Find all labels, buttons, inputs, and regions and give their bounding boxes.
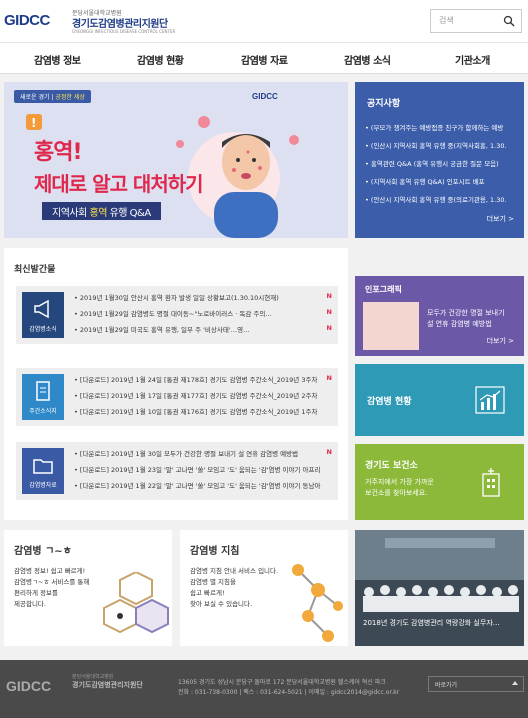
- list-item[interactable]: [다운로드] 2019년 1월 24일 [통권 제178호] 경기도 감염병 주…: [74, 374, 332, 390]
- hero-pagination[interactable]: [170, 228, 182, 238]
- document-icon: [36, 381, 50, 401]
- list-item[interactable]: 2019년 1월30일 안산시 홍역 환자 발생 일일 상황보고(1.30.10…: [74, 292, 332, 308]
- materials-badge[interactable]: 감염병자료: [22, 448, 64, 494]
- notice-item[interactable]: 홍역관련 Q&A (홍역 유행시 궁금한 질문 모음): [365, 158, 519, 176]
- recent-title: 최신발간물: [14, 265, 56, 275]
- disease-guide-card[interactable]: 감염병 지침 감염병 지침 안내 서비스 입니다. 감염병 별 지침을 쉽고 빠르게…: [180, 530, 348, 646]
- notice-more-link[interactable]: 더보기 >: [487, 214, 514, 224]
- hero-banner[interactable]: ! 새로운 경기 | 공정한 세상 GIDCC 홍역! 제대로 알고 대처하기 …: [4, 82, 348, 238]
- publication-group-materials: 감염병자료 [다운로드] 2019년 1월 30일 모두가 건강한 명절 보내기…: [16, 442, 338, 500]
- infographic-more-link[interactable]: 더보기 >: [487, 336, 514, 346]
- nav-disease-status[interactable]: 감염병 현황: [137, 52, 184, 67]
- list-item[interactable]: [다운로드] 2019년 1월 17일 [통권 제177호] 경기도 감염병 주…: [74, 390, 332, 406]
- infographic-title: 인포그래픽: [365, 285, 402, 294]
- infographic-desc: 모두가 건강한 명절 보내기 설 연휴 감염병 예방법: [427, 309, 505, 328]
- nav-disease-resources[interactable]: 감염병 자료: [241, 52, 288, 67]
- site-logo[interactable]: GIDCC: [4, 12, 50, 29]
- status-tile[interactable]: 감염병 현황: [355, 364, 524, 436]
- list-item[interactable]: [다운로드] 2019년 1월 30일 모두가 건강한 명절 보내기 설 연휴 …: [74, 448, 332, 464]
- disease-az-card[interactable]: 감염병 ㄱ~ㅎ 감염병 정보! 쉽고 빠르게! 감염병ㄱ~ㅎ 서비스를 통해 편리하…: [4, 530, 172, 646]
- notice-panel: 공지사항 (부모가 챙겨주는 예방접종 친구가 함께하는 예방 (인산시 지역사…: [355, 82, 524, 238]
- search-icon[interactable]: [503, 15, 515, 27]
- list-item[interactable]: [다운로드] 2019년 1월 10일 [통권 제176호] 경기도 감염병 주…: [74, 406, 332, 422]
- logo-english: GYEONGGI INFECTIOUS DISEASE CONTROL CENT…: [72, 29, 176, 34]
- list-item[interactable]: 2019년 1월29일 감염병도 명절 대이동~"노로바이러스 · 독감 주의……: [74, 308, 332, 324]
- notice-title: 공지사항: [367, 99, 401, 109]
- publication-group-weekly: 주간소식지 [다운로드] 2019년 1월 24일 [통권 제178호] 경기도…: [16, 368, 338, 426]
- footer-address: 13605 경기도 성남시 분당구 돌마로 172 분당서울대학교병원 헬스케어…: [178, 679, 400, 696]
- megaphone-icon: [34, 299, 49, 319]
- nav-disease-info[interactable]: 감염병 정보: [34, 52, 81, 67]
- list-item[interactable]: 2019년 1월29일 미국도 홍역 유행, 일부 주 '비상사태'…영…N: [74, 324, 332, 340]
- quick-links-select[interactable]: 바로가기: [428, 676, 524, 692]
- news-badge[interactable]: 감염병소식: [22, 292, 64, 338]
- hero-band: 지역사회 홍역 유행 Q&A: [42, 202, 161, 220]
- footer-logo-sub: 분당서울대학교병원: [72, 674, 114, 680]
- footer-logo-title: 경기도감염병관리지원단: [72, 681, 143, 689]
- folder-icon: [33, 459, 53, 474]
- photo-news-card[interactable]: 2018년 경기도 감염병관리 역량강화 실무자…: [355, 530, 524, 646]
- logo-title[interactable]: 경기도감염병관리지원단: [72, 15, 168, 30]
- health-center-tile[interactable]: 경기도 보건소 거주지에서 가장 가까운 보건소를 찾아보세요.: [355, 444, 524, 520]
- health-center-title: 경기도 보건소: [365, 461, 418, 471]
- chevron-up-icon: [512, 681, 518, 685]
- nav-disease-news[interactable]: 감염병 소식: [344, 52, 391, 67]
- list-item[interactable]: [다운로드] 2019년 1월 23일 '말' 고나면 '쏠' 모임고 '도' …: [74, 464, 332, 480]
- main-nav: 감염병 정보 감염병 현황 감염병 자료 감염병 소식 기관소개: [0, 42, 528, 74]
- health-center-desc: 거주지에서 가장 가까운 보건소를 찾아보세요.: [365, 478, 434, 497]
- molecule-icon: [292, 564, 343, 642]
- list-item[interactable]: [다운로드] 2019년 1월 22일 '말' 고나면 '쏠' 모임고 '도' …: [74, 480, 332, 496]
- search-input[interactable]: 검색: [439, 15, 454, 26]
- hero-subheadline: 제대로 알고 대처하기: [34, 172, 204, 196]
- infographic-panel[interactable]: 인포그래픽 모두가 건강한 명절 보내기 설 연휴 감염병 예방법 더보기 >: [355, 276, 524, 356]
- hero-logo: GIDCC: [252, 92, 278, 101]
- bar-chart-icon: [475, 386, 505, 414]
- hero-tag: 새로운 경기 | 공정한 세상: [14, 90, 91, 103]
- site-header: GIDCC 분당서울대학교병원 경기도감염병관리지원단 GYEONGGI INF…: [0, 0, 528, 42]
- search-box[interactable]: 검색: [430, 9, 522, 33]
- site-footer: GIDCC 분당서울대학교병원 경기도감염병관리지원단 13605 경기도 성남…: [0, 660, 528, 718]
- status-title: 감염병 현황: [367, 397, 412, 407]
- footer-logo: GIDCC: [6, 678, 52, 694]
- disease-guide-desc: 감염병 지침 안내 서비스 입니다. 감염병 별 지침을 쉽고 빠르게! 찾아 보실 …: [190, 567, 279, 608]
- hero-headline: 홍역!: [34, 140, 83, 165]
- publication-group-news: 감염병소식 2019년 1월30일 안산시 홍역 환자 발생 일일 상황보고(1…: [16, 286, 338, 344]
- recent-publications: 최신발간물 감염병소식 2019년 1월30일 안산시 홍역 환자 발생 일일 …: [4, 248, 348, 520]
- disease-guide-title: 감염병 지침: [190, 546, 240, 557]
- infographic-thumbnail[interactable]: [363, 302, 419, 350]
- svg-text:!: !: [31, 116, 36, 130]
- notice-item[interactable]: (부모가 챙겨주는 예방접종 친구가 함께하는 예방: [365, 122, 519, 140]
- disease-az-desc: 감염병 정보! 쉽고 빠르게! 감염병ㄱ~ㅎ 서비스를 통해 편리하게 정보를 제공합…: [14, 567, 90, 608]
- building-icon: [482, 468, 500, 497]
- nav-about[interactable]: 기관소개: [455, 52, 490, 67]
- notice-item[interactable]: (지역사회 홍역 유행 Q&A) 인포시트 배포: [365, 176, 519, 194]
- disease-az-title: 감염병 ㄱ~ㅎ: [14, 546, 72, 557]
- weekly-badge[interactable]: 주간소식지: [22, 374, 64, 420]
- event-photo: [355, 530, 524, 646]
- notice-item[interactable]: (안산시 지역사회 홍역 유행 중(의료기관용, 1.30.: [365, 194, 519, 212]
- hexagon-icon: [103, 572, 169, 634]
- notice-item[interactable]: (인산시 지역사회 홍역 유행 중(지역사회홍, 1.30.: [365, 140, 519, 158]
- photo-caption: 2018년 경기도 감염병관리 역량강화 실무자…: [363, 619, 500, 627]
